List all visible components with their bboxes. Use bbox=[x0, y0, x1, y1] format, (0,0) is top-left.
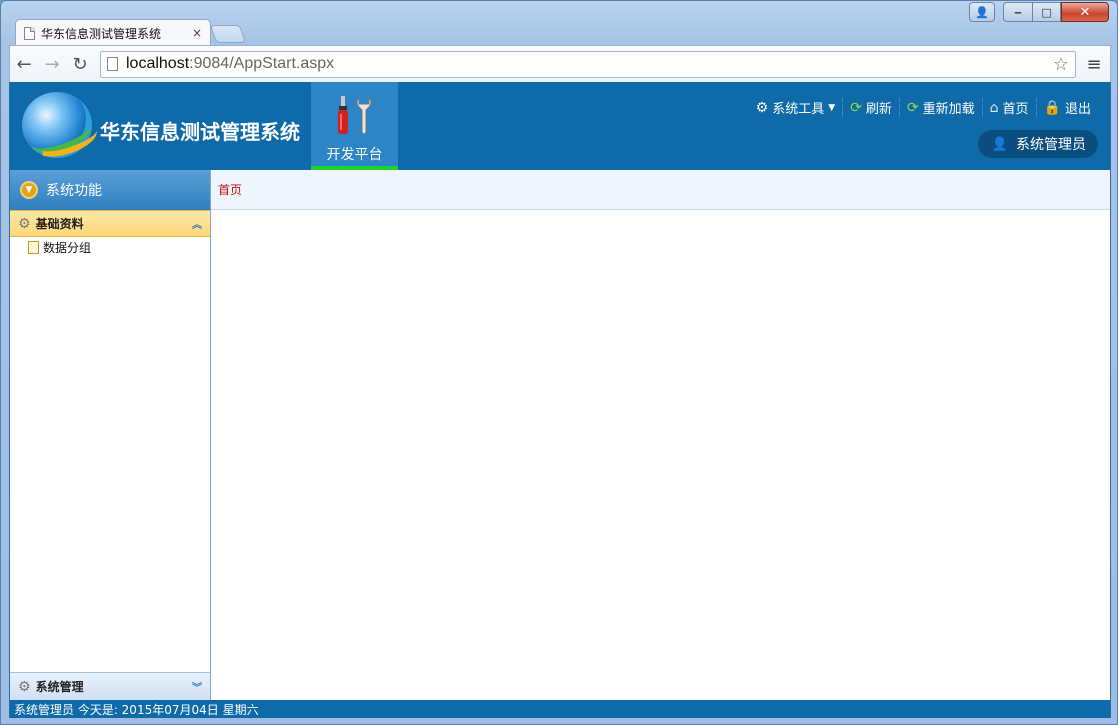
sidebar-header[interactable]: ▼ 系统功能 bbox=[10, 170, 210, 210]
new-tab-button[interactable] bbox=[209, 25, 247, 43]
tab-dev-platform[interactable]: 开发平台 bbox=[311, 82, 398, 170]
page-icon bbox=[107, 57, 118, 71]
exit-link[interactable]: 🔒 退出 bbox=[1035, 98, 1098, 117]
forward-button[interactable]: → bbox=[38, 50, 66, 78]
user-badge[interactable]: 👤 系统管理员 bbox=[977, 130, 1098, 158]
address-bar[interactable]: localhost:9084/AppStart.aspx ☆ bbox=[100, 50, 1076, 78]
chevron-down-icon: ︾ bbox=[192, 683, 202, 694]
gear-icon: ⚙ bbox=[755, 99, 769, 116]
main-content: 首页 bbox=[211, 170, 1110, 700]
file-icon bbox=[28, 240, 39, 254]
url-text[interactable]: localhost:9084/AppStart.aspx bbox=[126, 55, 334, 73]
logo-icon bbox=[22, 92, 92, 158]
refresh-link[interactable]: ⟳ 刷新 bbox=[842, 98, 899, 117]
refresh-icon: ⟳ bbox=[850, 99, 862, 116]
collapse-circle-icon: ▼ bbox=[20, 181, 38, 199]
exit-icon: 🔒 bbox=[1043, 99, 1061, 116]
tab-home[interactable]: 首页 bbox=[218, 181, 242, 198]
app-title: 华东信息测试管理系统 bbox=[100, 120, 300, 144]
close-window-button[interactable]: ✕ bbox=[1061, 2, 1109, 22]
bookmark-star-icon[interactable]: ☆ bbox=[1053, 54, 1069, 75]
browser-window: 华东信息测试管理系统 × 👤 ‒ □ ✕ ← → ↻ localhost:908… bbox=[0, 0, 1118, 725]
back-button[interactable]: ← bbox=[10, 50, 38, 78]
tab-title: 华东信息测试管理系统 bbox=[41, 26, 162, 41]
system-tools-menu[interactable]: ⚙ 系统工具 ▼ bbox=[749, 98, 843, 118]
gear-icon: ⚙ bbox=[18, 215, 31, 232]
maximize-button[interactable]: □ bbox=[1033, 2, 1061, 22]
caret-down-icon: ▼ bbox=[828, 102, 836, 113]
minimize-button[interactable]: ‒ bbox=[1003, 2, 1033, 22]
user-icon: 👤 bbox=[991, 136, 1008, 152]
platform-label: 开发平台 bbox=[326, 147, 383, 163]
sidebar: ▼ 系统功能 ⚙ 基础资料 ︽ 数据分组 ⚙ 系统管理 ︾ bbox=[10, 170, 211, 700]
status-text: 系统管理员 今天是: 2015年07月04日 星期六 bbox=[14, 702, 259, 717]
chevron-up-icon: ︽ bbox=[192, 220, 202, 231]
page-viewport: 华东信息测试管理系统 开发平台 ⚙ 系统工具 ▼ ⟳ 刷新 ⟳ 重新加载 ⌂ 首… bbox=[9, 82, 1111, 718]
accordion-basic-data[interactable]: ⚙ 基础资料 ︽ bbox=[10, 210, 210, 237]
reload-button[interactable]: ↻ bbox=[66, 50, 94, 78]
browser-menu-button[interactable]: ≡ bbox=[1080, 50, 1108, 78]
tools-icon bbox=[338, 96, 372, 135]
profile-button[interactable]: 👤 bbox=[969, 2, 995, 22]
app-header: 华东信息测试管理系统 开发平台 ⚙ 系统工具 ▼ ⟳ 刷新 ⟳ 重新加载 ⌂ 首… bbox=[10, 82, 1110, 170]
reload-link[interactable]: ⟳ 重新加载 bbox=[898, 98, 982, 117]
browser-tab[interactable]: 华东信息测试管理系统 × bbox=[15, 19, 211, 46]
gear-icon: ⚙ bbox=[18, 678, 31, 695]
page-icon bbox=[24, 26, 35, 40]
accordion-system-management[interactable]: ⚙ 系统管理 ︾ bbox=[10, 672, 210, 700]
tab-strip: 华东信息测试管理系统 × 👤 ‒ □ ✕ bbox=[1, 1, 1117, 46]
content-tab-bar: 首页 bbox=[211, 170, 1110, 210]
tree-item-data-group[interactable]: 数据分组 bbox=[10, 237, 210, 257]
reload-icon: ⟳ bbox=[906, 99, 919, 116]
home-icon: ⌂ bbox=[989, 99, 999, 116]
home-link[interactable]: ⌂ 首页 bbox=[981, 98, 1036, 117]
browser-toolbar: ← → ↻ localhost:9084/AppStart.aspx ☆ ≡ bbox=[9, 45, 1111, 82]
status-bar: 系统管理员 今天是: 2015年07月04日 星期六 bbox=[10, 700, 1110, 718]
tab-close-icon[interactable]: × bbox=[192, 26, 202, 40]
top-links: ⚙ 系统工具 ▼ ⟳ 刷新 ⟳ 重新加载 ⌂ 首页 🔒 退出 bbox=[749, 98, 1098, 117]
